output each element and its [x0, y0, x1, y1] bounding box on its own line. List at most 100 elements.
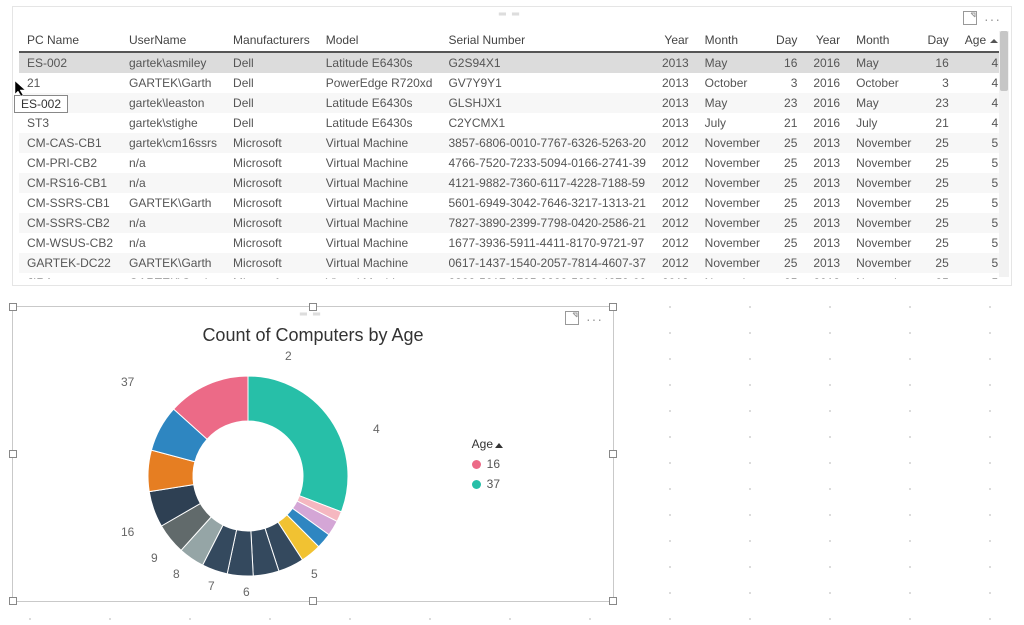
table-cell: Microsoft: [225, 213, 318, 233]
focus-mode-icon[interactable]: [565, 311, 579, 325]
data-label: 5: [311, 567, 318, 581]
legend-item[interactable]: 16: [472, 457, 503, 471]
mouse-cursor-icon: [14, 80, 28, 101]
table-row[interactable]: 21GARTEK\GarthDellPowerEdge R720xdGV7Y9Y…: [19, 73, 1005, 93]
donut-chart[interactable]: [133, 361, 363, 591]
chart-title: Count of Computers by Age: [13, 325, 613, 346]
table-cell: 2012: [654, 253, 697, 273]
table-row[interactable]: CM-CAS-CB1gartek\cm16ssrsMicrosoftVirtua…: [19, 133, 1005, 153]
sort-asc-icon: [990, 39, 998, 43]
legend-text: 37: [487, 477, 500, 491]
table-cell: Virtual Machine: [318, 133, 441, 153]
legend-item[interactable]: 37: [472, 477, 503, 491]
more-options-icon[interactable]: ···: [586, 311, 603, 327]
table-cell: November: [848, 173, 919, 193]
vertical-scrollbar[interactable]: [999, 31, 1009, 277]
col-header[interactable]: Year: [654, 29, 697, 52]
table-cell: Microsoft: [225, 253, 318, 273]
table-cell: 16: [919, 52, 956, 73]
table-cell: 2012: [654, 173, 697, 193]
table-row[interactable]: GARTEK-DC22GARTEK\GarthMicrosoftVirtual …: [19, 253, 1005, 273]
data-label: 2: [285, 349, 292, 363]
table-cell: 2013: [654, 113, 697, 133]
donut-slice[interactable]: [248, 376, 348, 512]
table-cell: November: [697, 273, 768, 279]
table-cell: n/a: [121, 213, 225, 233]
col-header[interactable]: Day: [768, 29, 805, 52]
table-row[interactable]: CM-SSRS-CB1GARTEK\GarthMicrosoftVirtual …: [19, 193, 1005, 213]
col-header[interactable]: Month: [848, 29, 919, 52]
col-header[interactable]: Day: [919, 29, 956, 52]
table-cell: 25: [919, 273, 956, 279]
table-cell: 4: [957, 52, 1005, 73]
table-cell: Microsoft: [225, 173, 318, 193]
table-cell: 2012: [654, 233, 697, 253]
focus-mode-icon[interactable]: [963, 11, 977, 25]
table-cell: C2YCMX1: [440, 113, 654, 133]
more-options-icon[interactable]: ···: [984, 11, 1001, 27]
legend-text: 16: [487, 457, 500, 471]
table-cell: 2013: [805, 253, 848, 273]
col-header[interactable]: Year: [805, 29, 848, 52]
table-cell: 5: [957, 253, 1005, 273]
table-cell: 5: [957, 153, 1005, 173]
table-cell: 2012: [654, 273, 697, 279]
table-container: PC NameUserNameManufacturersModelSerial …: [19, 29, 1005, 279]
table-cell: n/a: [121, 233, 225, 253]
table-row[interactable]: ES-002gartek\asmileyDellLatitude E6430sG…: [19, 52, 1005, 73]
col-header[interactable]: Model: [318, 29, 441, 52]
table-cell: 4: [957, 113, 1005, 133]
col-header[interactable]: Age: [957, 29, 1005, 52]
table-cell: 23: [768, 93, 805, 113]
table-cell: 2013: [805, 133, 848, 153]
table-cell: 21: [768, 113, 805, 133]
legend-header[interactable]: Age: [472, 437, 503, 451]
table-cell: 2013: [654, 93, 697, 113]
col-header[interactable]: Month: [697, 29, 768, 52]
table-cell: 5: [957, 173, 1005, 193]
table-cell: 2013: [805, 273, 848, 279]
table-cell: 25: [919, 133, 956, 153]
col-header[interactable]: Serial Number: [440, 29, 654, 52]
table-row[interactable]: CM-SSRS-CB2n/aMicrosoftVirtual Machine78…: [19, 213, 1005, 233]
table-cell: November: [697, 253, 768, 273]
donut-chart-visual[interactable]: ══ ··· Count of Computers by Age Age 16 3…: [12, 306, 614, 602]
table-cell: 0617-1437-1540-2057-7814-4607-37: [440, 253, 654, 273]
table-cell: Microsoft: [225, 273, 318, 279]
table-cell: 2016: [805, 93, 848, 113]
scrollbar-thumb[interactable]: [1000, 31, 1008, 91]
table-cell: 21: [919, 113, 956, 133]
table-cell: Microsoft: [225, 233, 318, 253]
data-label: 37: [121, 375, 134, 389]
table-cell: 2302-5017-1795-9828-5286-4272-66: [440, 273, 654, 279]
col-header[interactable]: UserName: [121, 29, 225, 52]
data-label: 9: [151, 551, 158, 565]
table-cell: Virtual Machine: [318, 213, 441, 233]
table-cell: 2012: [654, 193, 697, 213]
table-cell: 2013: [805, 193, 848, 213]
table-cell: 5: [957, 193, 1005, 213]
table-row[interactable]: CM-WSUS-CB2n/aMicrosoftVirtual Machine16…: [19, 233, 1005, 253]
table-cell: 25: [768, 253, 805, 273]
table-row[interactable]: ST3gartek\stigheDellLatitude E6430sC2YCM…: [19, 113, 1005, 133]
table-row[interactable]: ES-002gartek\leastonDellLatitude E6430sG…: [19, 93, 1005, 113]
table-cell: 25: [768, 173, 805, 193]
table-cell: 5: [957, 273, 1005, 279]
table-row[interactable]: CM-PRI-CB2n/aMicrosoftVirtual Machine476…: [19, 153, 1005, 173]
table-cell: Dell: [225, 52, 318, 73]
table-cell: 4: [957, 73, 1005, 93]
table-row[interactable]: CM-RS16-CB1n/aMicrosoftVirtual Machine41…: [19, 173, 1005, 193]
table-row[interactable]: JIRAGARTEK\GarthMicrosoftVirtual Machine…: [19, 273, 1005, 279]
col-header[interactable]: Manufacturers: [225, 29, 318, 52]
table-cell: ST3: [19, 113, 121, 133]
drag-handle-icon[interactable]: ══: [300, 309, 326, 320]
table-cell: gartek\cm16ssrs: [121, 133, 225, 153]
table-cell: GARTEK\Garth: [121, 273, 225, 279]
col-header[interactable]: PC Name: [19, 29, 121, 52]
table-cell: November: [848, 273, 919, 279]
table-visual[interactable]: ══ ··· PC NameUserNameManufacturersModel…: [12, 6, 1012, 286]
drag-handle-icon[interactable]: ══: [499, 9, 525, 20]
table-cell: 25: [919, 233, 956, 253]
chart-legend[interactable]: Age 16 37: [472, 437, 503, 491]
table-cell: 25: [768, 133, 805, 153]
